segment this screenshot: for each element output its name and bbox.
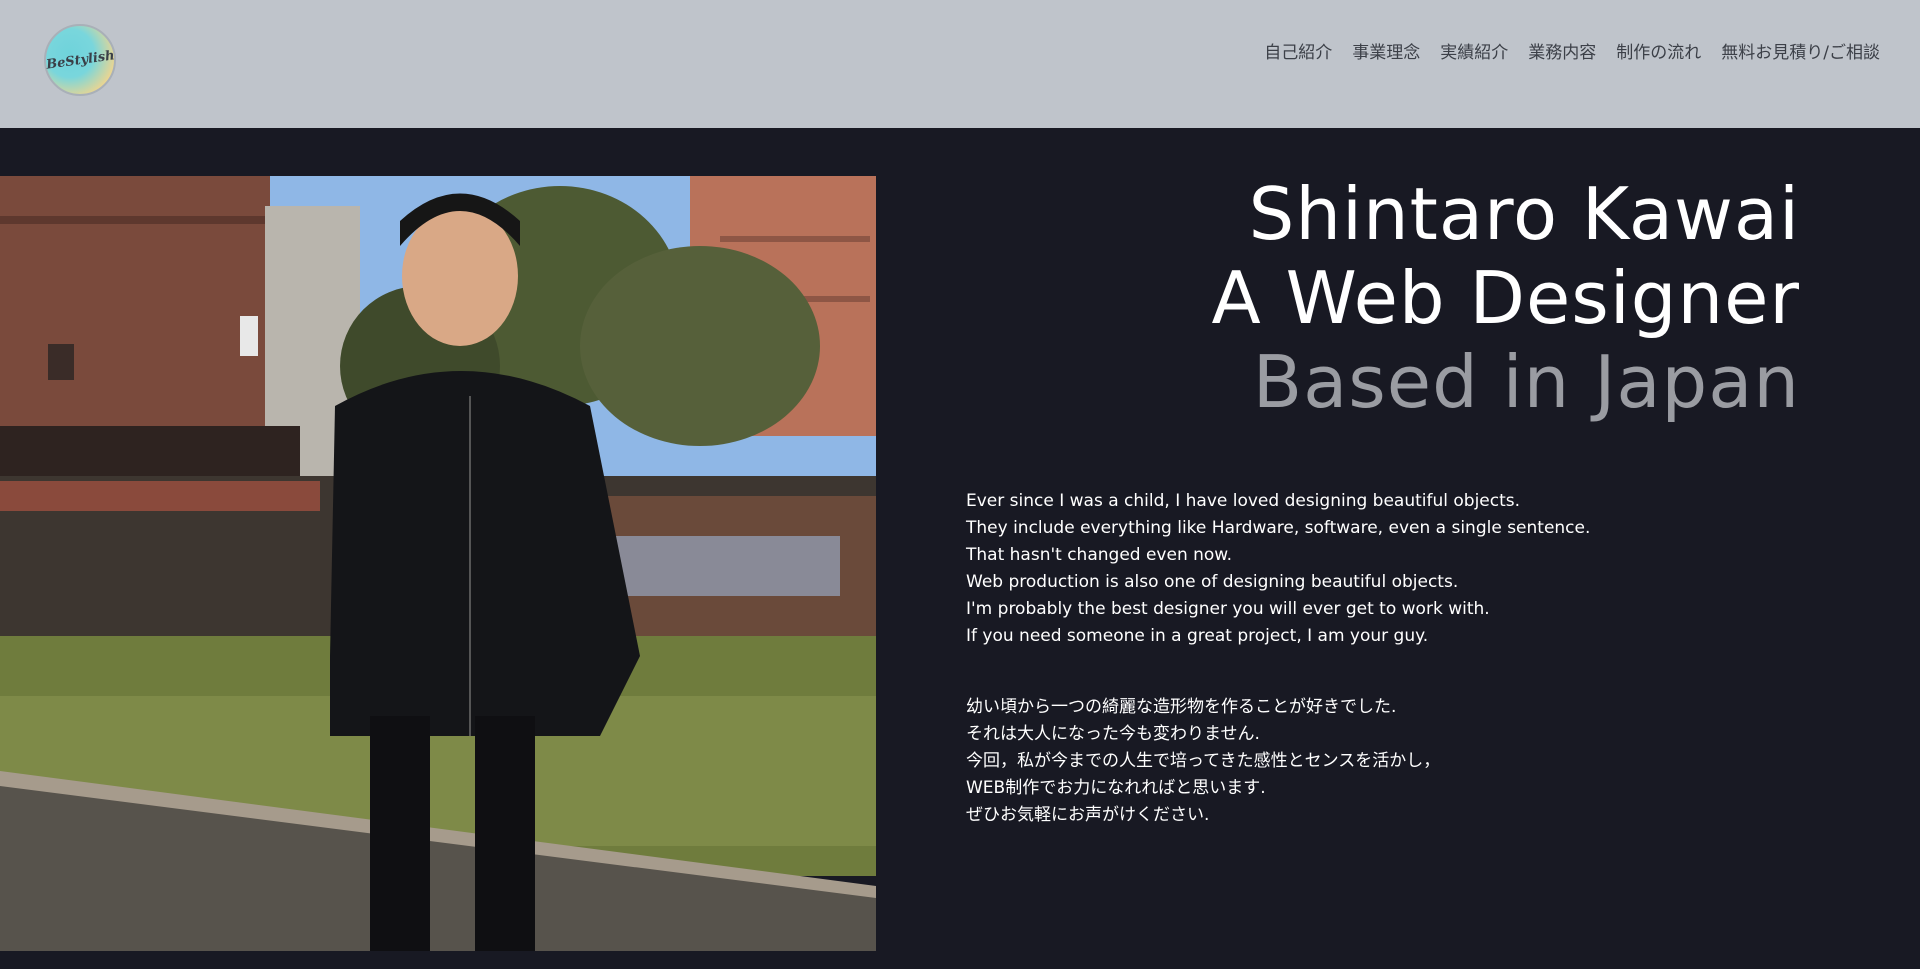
bio-jp-line: 今回，私が今までの人生で培ってきた感性とセンスを活かし， xyxy=(966,751,1441,771)
bio-jp-line: それは大人になった今も変わりません. xyxy=(966,724,1260,744)
bio-japanese: 幼い頃から一つの綺麗な造形物を作ることが好きでした. それは大人になった今も変わ… xyxy=(966,694,1440,829)
bio-english: Ever since I was a child, I have loved d… xyxy=(966,488,1590,650)
logo-text: BeStylish xyxy=(44,47,116,73)
bio-en-line: I'm probably the best designer you will … xyxy=(966,599,1490,619)
profile-photo xyxy=(0,176,876,951)
nav-item-estimate[interactable]: 無料お見積り/ご相談 xyxy=(1721,38,1880,63)
bio-jp-line: ぜひお気軽にお声がけください. xyxy=(966,805,1210,825)
logo[interactable]: BeStylish xyxy=(44,24,116,96)
bio-en-line: If you need someone in a great project, … xyxy=(966,626,1429,646)
nav-item-about[interactable]: 自己紹介 xyxy=(1264,38,1332,63)
main-nav: 自己紹介 事業理念 実績紹介 業務内容 制作の流れ 無料お見積り/ご相談 xyxy=(1264,38,1880,63)
site-header: BeStylish 自己紹介 事業理念 実績紹介 業務内容 制作の流れ 無料お見… xyxy=(0,0,1920,128)
nav-item-philosophy[interactable]: 事業理念 xyxy=(1352,38,1420,63)
hero-role: A Web Designer xyxy=(1211,256,1800,340)
bio-jp-line: WEB制作でお力になれればと思います. xyxy=(966,778,1266,798)
nav-item-services[interactable]: 業務内容 xyxy=(1528,38,1596,63)
bio-en-line: Web production is also one of designing … xyxy=(966,572,1459,592)
hero-headline: Shintaro Kawai A Web Designer Based in J… xyxy=(1212,172,1801,424)
bio-en-line: Ever since I was a child, I have loved d… xyxy=(966,491,1521,511)
hero-location: Based in Japan xyxy=(1252,340,1800,424)
bio-en-line: They include everything like Hardware, s… xyxy=(966,518,1591,538)
nav-item-works[interactable]: 実績紹介 xyxy=(1440,38,1508,63)
hero-name: Shintaro Kawai xyxy=(1248,172,1800,256)
bio-jp-line: 幼い頃から一つの綺麗な造形物を作ることが好きでした. xyxy=(966,697,1397,717)
nav-item-process[interactable]: 制作の流れ xyxy=(1616,38,1701,63)
bio-en-line: That hasn't changed even now. xyxy=(966,545,1233,565)
